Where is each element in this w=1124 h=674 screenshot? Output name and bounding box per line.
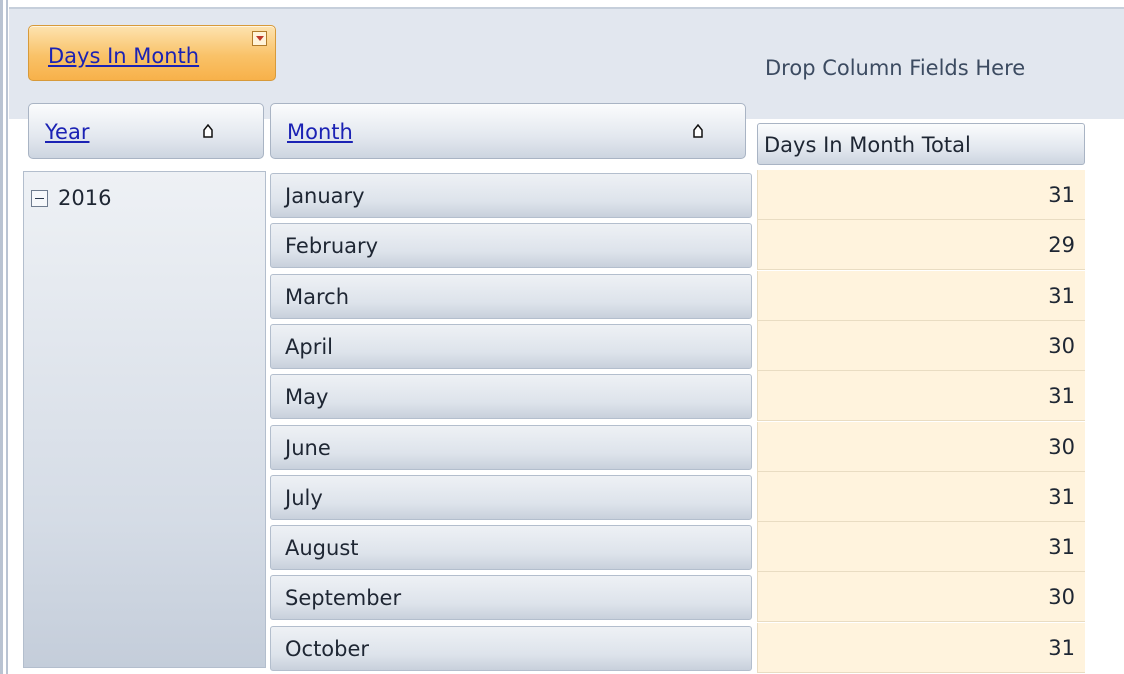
- data-cell[interactable]: 30: [757, 320, 1085, 371]
- row-field-month[interactable]: Month: [270, 103, 746, 159]
- month-row-header[interactable]: June: [270, 424, 752, 470]
- collapse-icon[interactable]: [31, 190, 48, 207]
- month-row-header[interactable]: October: [270, 625, 752, 671]
- month-row-header[interactable]: February: [270, 223, 752, 269]
- data-field-days-in-month[interactable]: Days In Month: [28, 25, 276, 81]
- row-field-year[interactable]: Year: [28, 103, 264, 159]
- month-row-header[interactable]: September: [270, 575, 752, 621]
- row-field-month-label[interactable]: Month: [287, 120, 353, 144]
- data-cell[interactable]: 31: [757, 170, 1085, 220]
- data-cell[interactable]: 31: [757, 270, 1085, 321]
- filter-icon[interactable]: [252, 31, 267, 46]
- month-row-header[interactable]: January: [270, 173, 752, 218]
- year-row-header: 2016: [23, 171, 266, 668]
- month-row-header[interactable]: April: [270, 323, 752, 369]
- column-drop-area[interactable]: Drop Column Fields Here: [765, 56, 1025, 80]
- month-row-header[interactable]: July: [270, 474, 752, 520]
- left-border: [0, 0, 3, 674]
- data-cell[interactable]: 30: [757, 572, 1085, 623]
- data-cell[interactable]: 31: [757, 371, 1085, 422]
- data-cell[interactable]: 30: [757, 421, 1085, 472]
- data-header-days-in-month-total: Days In Month Total: [757, 123, 1085, 165]
- data-cell[interactable]: 29: [757, 220, 1085, 271]
- sort-ascending-icon[interactable]: [693, 124, 703, 138]
- data-cell[interactable]: 31: [757, 622, 1085, 673]
- sort-ascending-icon[interactable]: [203, 124, 213, 138]
- year-value: 2016: [58, 186, 112, 210]
- data-cell[interactable]: 31: [757, 522, 1085, 573]
- left-border-inner: [6, 0, 8, 674]
- month-row-header[interactable]: March: [270, 273, 752, 319]
- data-field-label[interactable]: Days In Month: [48, 44, 199, 68]
- month-row-header[interactable]: May: [270, 374, 752, 420]
- month-row-header[interactable]: August: [270, 525, 752, 571]
- data-cell[interactable]: 31: [757, 471, 1085, 522]
- row-field-year-label[interactable]: Year: [45, 120, 89, 144]
